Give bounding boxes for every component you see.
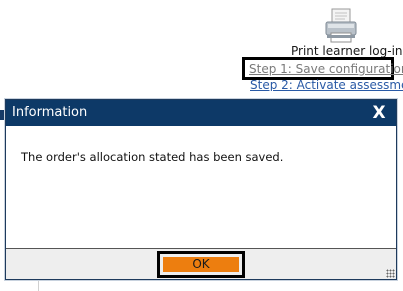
background-divider (38, 280, 39, 291)
print-learner-logins-link[interactable]: Print learner log-ins (291, 44, 403, 58)
dialog-body: The order's allocation stated has been s… (6, 126, 396, 248)
dialog-header: Information X (6, 100, 396, 126)
close-icon[interactable]: X (370, 103, 388, 123)
ok-highlight-frame: OK (157, 251, 245, 278)
dialog-message: The order's allocation stated has been s… (21, 150, 284, 164)
step1-save-configuration-link[interactable]: Step 1: Save configuration (249, 62, 403, 76)
resize-grip-icon[interactable] (386, 269, 395, 278)
dialog-title: Information (12, 105, 88, 120)
information-dialog: Information X The order's allocation sta… (5, 99, 397, 280)
step2-activate-assessment-link[interactable]: Step 2: Activate assessment (250, 79, 403, 91)
printer-icon[interactable] (324, 8, 358, 44)
dialog-footer: OK (6, 248, 396, 279)
ok-button[interactable]: OK (163, 257, 239, 272)
